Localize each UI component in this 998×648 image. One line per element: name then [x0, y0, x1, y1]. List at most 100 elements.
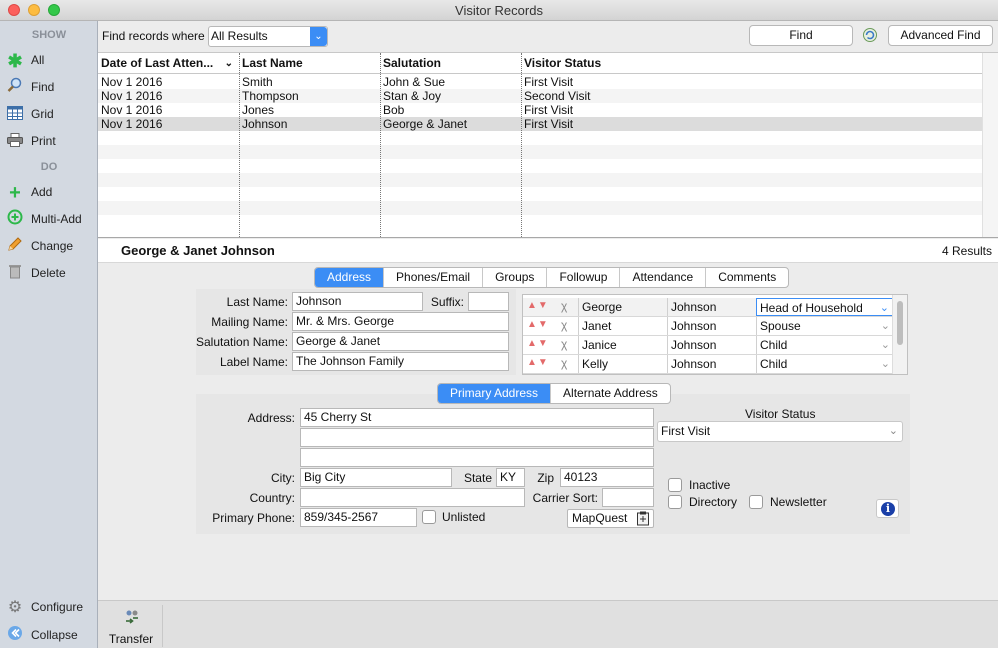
newsletter-label: Newsletter: [770, 495, 827, 509]
address-line2-field[interactable]: [300, 428, 654, 447]
sidebar-item-change[interactable]: Change: [6, 236, 73, 256]
table-row[interactable]: Nov 1 2016 Jones Bob First Visit: [98, 103, 982, 117]
find-button[interactable]: Find: [749, 25, 853, 46]
reorder-arrows-icon[interactable]: ▲▼: [527, 357, 549, 368]
address-line3-field[interactable]: [300, 448, 654, 467]
table-row[interactable]: Nov 1 2016 Thompson Stan & Joy Second Visit: [98, 89, 982, 103]
reorder-arrows-icon[interactable]: ▲▼: [527, 300, 549, 311]
transfer-button[interactable]: Transfer: [99, 605, 163, 647]
primary-phone-field[interactable]: 859/345-2567: [300, 508, 417, 527]
table-cell: Bob: [383, 103, 405, 117]
family-last-name: Johnson: [667, 317, 756, 335]
tab-primary-address[interactable]: Primary Address: [438, 384, 552, 403]
reorder-arrows-icon[interactable]: ▲▼: [527, 338, 549, 349]
last-name-field[interactable]: Johnson: [292, 292, 423, 311]
family-first-name: Janice: [578, 336, 667, 354]
grid-scrollbar[interactable]: [982, 53, 998, 237]
salutation-name-label: Salutation Name:: [196, 335, 289, 349]
salutation-name-field[interactable]: George & Janet: [292, 332, 509, 351]
zip-label: Zip: [537, 471, 554, 485]
refresh-icon[interactable]: [862, 27, 878, 46]
newsletter-checkbox[interactable]: [749, 495, 763, 509]
family-role-select[interactable]: Head of Household ⌄: [756, 298, 893, 316]
family-member-row[interactable]: ▲▼ χ Kelly Johnson Child ⌄: [523, 355, 893, 374]
family-role-select[interactable]: Child ⌄: [756, 336, 893, 354]
sidebar-item-find[interactable]: Find: [6, 77, 54, 97]
family-role-select[interactable]: Spouse ⌄: [756, 317, 893, 335]
country-field[interactable]: [300, 488, 525, 507]
mapquest-button[interactable]: MapQuest: [567, 509, 654, 528]
directory-label: Directory: [689, 495, 738, 509]
family-first-name: George: [578, 298, 667, 316]
table-cell: First Visit: [524, 75, 574, 89]
tab-attendance[interactable]: Attendance: [620, 268, 707, 287]
visitor-status-label: Visitor Status: [745, 407, 816, 421]
column-header-salutation[interactable]: Salutation: [380, 53, 521, 74]
reorder-arrows-icon[interactable]: ▲▼: [527, 319, 549, 330]
family-member-row[interactable]: ▲▼ χ George Johnson Head of Household ⌄: [523, 298, 893, 317]
address-line1-field[interactable]: 45 Cherry St: [300, 408, 654, 427]
mailing-name-field[interactable]: Mr. & Mrs. George: [292, 312, 509, 331]
sidebar-item-print[interactable]: Print: [6, 131, 56, 151]
tab-phones-email[interactable]: Phones/Email: [384, 268, 484, 287]
minimize-window-button[interactable]: [28, 4, 40, 16]
tab-address[interactable]: Address: [315, 268, 385, 287]
sort-chevron-icon: ⌄: [224, 58, 233, 69]
empty-row: [98, 215, 982, 229]
tab-comments[interactable]: Comments: [706, 268, 788, 287]
state-field[interactable]: KY: [496, 468, 525, 487]
find-filter-select[interactable]: All Results ⌄: [208, 26, 328, 47]
column-header-last-name[interactable]: Last Name: [239, 53, 380, 74]
sidebar-item-add[interactable]: + Add: [6, 182, 52, 203]
advanced-find-button[interactable]: Advanced Find: [888, 25, 993, 46]
visitor-status-select[interactable]: First Visit ⌄: [657, 421, 903, 442]
record-tabs: Address Phones/Email Groups Followup Att…: [314, 267, 790, 288]
table-cell: Nov 1 2016: [101, 103, 163, 117]
inactive-checkbox[interactable]: [668, 478, 682, 492]
clipboard-icon: [636, 511, 650, 531]
tab-alternate-address[interactable]: Alternate Address: [551, 384, 670, 403]
remove-member-icon[interactable]: χ: [561, 356, 567, 370]
find-records-label: Find records where: [102, 29, 205, 43]
carrier-sort-field[interactable]: [602, 488, 654, 507]
column-header-visitor-status[interactable]: Visitor Status: [521, 53, 982, 74]
zip-field[interactable]: 40123: [560, 468, 654, 487]
directory-checkbox[interactable]: [668, 495, 682, 509]
zoom-window-button[interactable]: [48, 4, 60, 16]
remove-member-icon[interactable]: χ: [561, 318, 567, 332]
family-role-select[interactable]: Child ⌄: [756, 355, 893, 373]
sidebar-item-multi-add[interactable]: Multi-Add: [6, 209, 82, 229]
sidebar-item-collapse[interactable]: Collapse: [6, 625, 78, 645]
column-divider: [380, 53, 381, 237]
family-member-row[interactable]: ▲▼ χ Janice Johnson Child ⌄: [523, 336, 893, 355]
column-header-date[interactable]: Date of Last Atten... ⌄: [98, 53, 239, 74]
info-button[interactable]: i: [876, 499, 899, 518]
family-members-list: ▲▼ χ George Johnson Head of Household ⌄ ▲▼ χ Jan…: [522, 294, 908, 375]
unlisted-checkbox[interactable]: [422, 510, 436, 524]
sidebar-item-all[interactable]: ✱ All: [6, 50, 44, 71]
printer-icon: [6, 132, 24, 152]
scroll-thumb[interactable]: [897, 301, 903, 345]
table-row[interactable]: Nov 1 2016 Smith John & Sue First Visit: [98, 75, 982, 89]
sidebar-item-configure[interactable]: ⚙ Configure: [6, 597, 83, 617]
sidebar-item-delete[interactable]: Delete: [6, 263, 66, 283]
family-scrollbar[interactable]: [892, 295, 907, 374]
info-icon: i: [881, 502, 895, 516]
remove-member-icon[interactable]: χ: [561, 337, 567, 351]
results-grid: Date of Last Atten... ⌄ Last Name Saluta…: [98, 52, 998, 238]
table-row[interactable]: Nov 1 2016 Johnson George & Janet First Vis…: [98, 117, 982, 131]
family-member-row[interactable]: ▲▼ χ Janet Johnson Spouse ⌄: [523, 317, 893, 336]
suffix-field[interactable]: [468, 292, 509, 311]
family-first-name: Kelly: [578, 355, 667, 373]
record-heading: George & Janet Johnson 4 Results: [98, 239, 998, 263]
tab-groups[interactable]: Groups: [483, 268, 548, 287]
country-label: Country:: [249, 491, 295, 505]
close-window-button[interactable]: [8, 4, 20, 16]
empty-row: [98, 145, 982, 159]
label-name-field[interactable]: The Johnson Family: [292, 352, 509, 371]
family-first-name: Janet: [578, 317, 667, 335]
sidebar-item-grid[interactable]: Grid: [6, 104, 54, 124]
tab-followup[interactable]: Followup: [547, 268, 621, 287]
city-field[interactable]: Big City: [300, 468, 452, 487]
remove-member-icon[interactable]: χ: [561, 299, 567, 313]
